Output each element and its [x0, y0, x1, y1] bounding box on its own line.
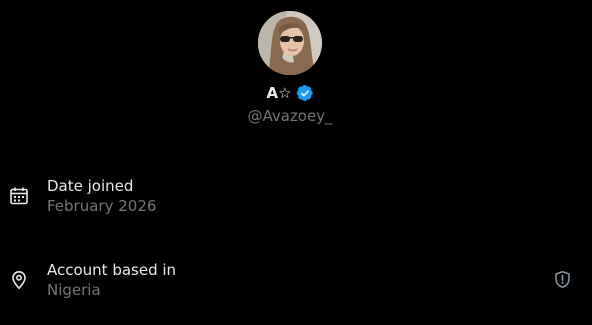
date-joined-row: Date joined February 2026	[0, 176, 592, 220]
profile-header: A☆ @Avazoey_	[0, 0, 580, 126]
display-name: A☆	[266, 84, 292, 102]
name-row: A☆	[266, 83, 313, 103]
calendar-icon	[9, 186, 29, 206]
account-location-value: Nigeria	[47, 281, 101, 299]
avatar[interactable]	[258, 11, 322, 75]
shield-alert-icon[interactable]	[553, 270, 572, 289]
location-pin-icon	[9, 270, 29, 290]
date-joined-value: February 2026	[47, 197, 157, 215]
verified-badge-icon[interactable]	[296, 84, 314, 102]
avatar-photo	[258, 11, 322, 75]
account-location-row: Account based in Nigeria	[0, 260, 592, 304]
profile-handle: @Avazoey_	[247, 107, 333, 125]
date-joined-label: Date joined	[47, 177, 134, 195]
account-location-label: Account based in	[47, 261, 177, 279]
